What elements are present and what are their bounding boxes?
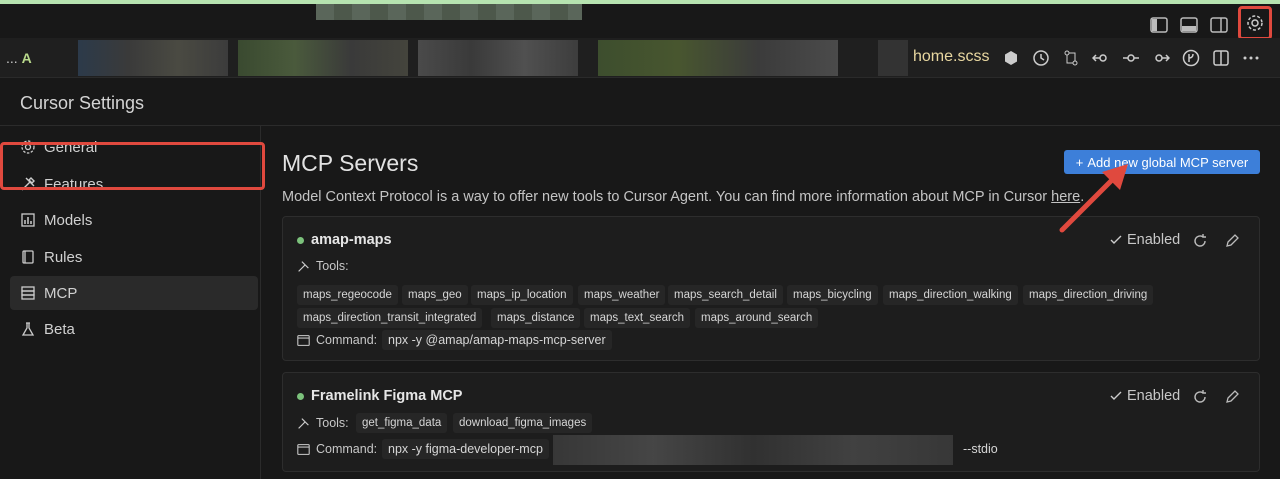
tool-chip: maps_search_detail (668, 285, 783, 305)
sidebar-item-rules[interactable]: Rules (10, 240, 258, 274)
command-row-label: Command: (297, 333, 377, 347)
command-label: Command: (316, 442, 378, 456)
server-name: Framelink Figma MCP (311, 388, 463, 404)
tools-label: Tools: (316, 259, 349, 273)
tool-chip: maps_around_search (695, 308, 819, 328)
editor-tab-bar: ... A home.scss (0, 38, 1280, 78)
sidebar-item-label: Beta (44, 320, 75, 338)
settings-title: Cursor Settings (20, 93, 145, 113)
tab-home-scss[interactable]: home.scss (913, 48, 989, 66)
terminal-icon (297, 334, 310, 346)
tab-ellipsis: ... (6, 50, 18, 66)
git-graph-icon[interactable] (1180, 47, 1202, 69)
sidebar-item-label: MCP (44, 284, 78, 302)
tool-chip: maps_direction_transit_integrated (297, 308, 483, 328)
command-row-label: Command: (297, 442, 377, 456)
compare-changes-icon[interactable] (1060, 47, 1082, 69)
tool-chip: maps_direction_driving (1023, 285, 1154, 305)
tools-row-label: Tools: (297, 259, 349, 273)
check-icon (1110, 391, 1122, 400)
history-icon[interactable] (1030, 47, 1052, 69)
more-actions-icon[interactable] (1240, 47, 1262, 69)
blurred-window-title (316, 4, 582, 20)
editor-actions (1000, 47, 1262, 69)
sidebar-item-mcp[interactable]: MCP (10, 276, 258, 310)
mcp-server-card: Framelink Figma MCP Enabled Tools: get_f… (282, 372, 1260, 472)
mcp-highlight-annotation (0, 142, 265, 190)
tools-label: Tools: (316, 416, 349, 430)
bar-chart-icon (21, 213, 35, 227)
blurred-tab[interactable] (238, 40, 408, 76)
title-bar (0, 0, 1280, 40)
tool-chip: maps_bicycling (787, 285, 878, 305)
check-icon (1110, 235, 1122, 244)
command-value: npx -y figma-developer-mcp (382, 439, 549, 459)
blurred-tab[interactable] (418, 40, 578, 76)
tool-chip: download_figma_images (453, 413, 593, 433)
sidebar-item-label: Models (44, 211, 93, 229)
flask-icon (21, 322, 35, 336)
toggle-secondary-sidebar-icon[interactable] (1208, 14, 1230, 36)
command-suffix: --stdio (963, 442, 998, 456)
tab-partial[interactable]: ... A (6, 50, 32, 66)
hexagon-icon[interactable] (1000, 47, 1022, 69)
commit-icon[interactable] (1120, 47, 1142, 69)
blurred-tab[interactable] (598, 40, 838, 76)
blurred-tab[interactable] (78, 40, 228, 76)
refresh-icon[interactable] (1191, 232, 1209, 250)
toggle-primary-sidebar-icon[interactable] (1148, 14, 1170, 36)
mcp-server-card: amap-maps Enabled Tools: maps_regeocode … (282, 216, 1260, 361)
mcp-description: Model Context Protocol is a way to offer… (282, 189, 1084, 205)
command-label: Command: (316, 333, 378, 347)
blurred-tab[interactable] (878, 40, 908, 76)
enabled-status[interactable]: Enabled (1109, 388, 1180, 404)
title-actions (1148, 6, 1272, 40)
tool-chip: maps_direction_walking (883, 285, 1018, 305)
tools-row-label: Tools: (297, 416, 349, 430)
page-title: MCP Servers (282, 150, 419, 176)
tool-chip: maps_text_search (584, 308, 690, 328)
tool-chip: maps_regeocode (297, 285, 398, 305)
refresh-icon[interactable] (1191, 388, 1209, 406)
terminal-icon (297, 443, 310, 455)
edit-icon[interactable] (1223, 388, 1241, 406)
redacted-command-segment (553, 435, 953, 465)
tool-chip: maps_geo (402, 285, 468, 305)
tools-icon (298, 417, 309, 429)
command-value: npx -y @amap/amap-maps-mcp-server (382, 330, 612, 350)
server-icon (21, 286, 35, 300)
sidebar-item-beta[interactable]: Beta (10, 312, 258, 346)
tool-chip: get_figma_data (356, 413, 448, 433)
gear-icon (1247, 15, 1263, 31)
tool-chip: maps_distance (491, 308, 581, 328)
sidebar-item-label: Rules (44, 248, 83, 266)
previous-change-icon[interactable] (1090, 47, 1112, 69)
settings-gear-button[interactable] (1238, 6, 1272, 40)
sidebar-item-models[interactable]: Models (10, 203, 258, 237)
server-name: amap-maps (311, 232, 392, 248)
tools-icon (298, 260, 309, 272)
tab-letter: A (21, 50, 32, 66)
next-change-icon[interactable] (1150, 47, 1172, 69)
annotation-arrow (1059, 164, 1128, 233)
split-editor-icon[interactable] (1210, 47, 1232, 69)
status-dot (297, 237, 304, 244)
book-icon (22, 250, 34, 264)
edit-icon[interactable] (1223, 232, 1241, 250)
toggle-panel-icon[interactable] (1178, 14, 1200, 36)
tool-chip: maps_weather (578, 285, 666, 305)
enabled-label: Enabled (1127, 388, 1181, 404)
description-text: Model Context Protocol is a way to offer… (282, 189, 1052, 205)
tool-chip: maps_ip_location (471, 285, 573, 305)
status-dot (297, 393, 304, 400)
